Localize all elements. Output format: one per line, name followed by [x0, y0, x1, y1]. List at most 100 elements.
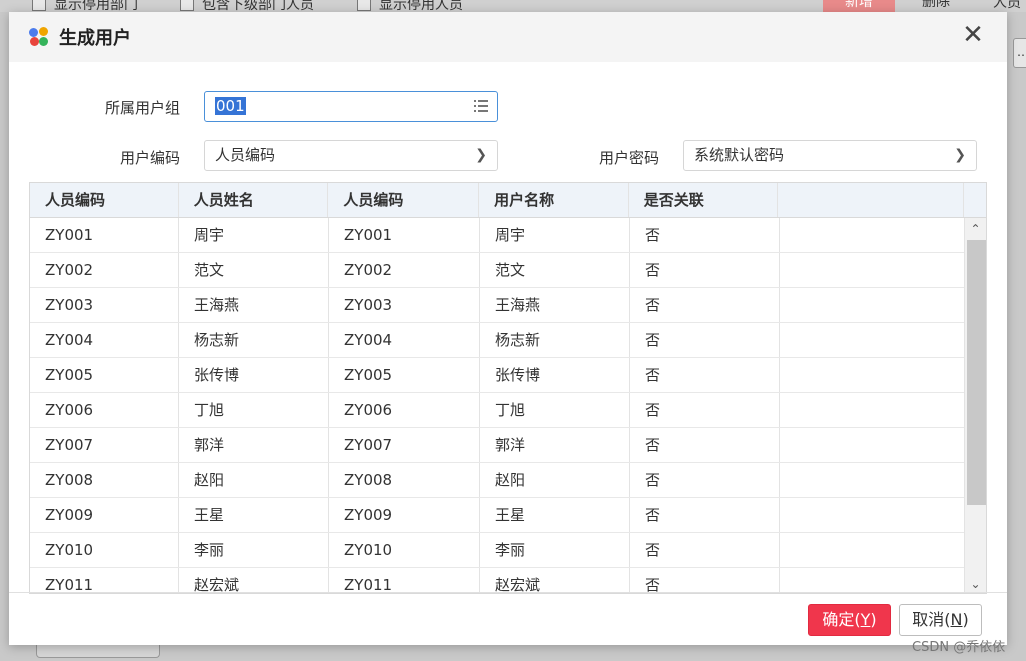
- cell-empty: [780, 218, 966, 252]
- table-row[interactable]: ZY010 李丽 ZY010 李丽否: [30, 533, 986, 568]
- col-header-user-name[interactable]: 用户名称: [479, 183, 629, 217]
- cell-staff-name: 赵阳: [179, 463, 329, 497]
- col-header-linked[interactable]: 是否关联: [629, 183, 779, 217]
- user-code-label: 用户编码: [119, 149, 180, 167]
- table-row[interactable]: ZY002 范文 ZY002 范文否: [30, 253, 986, 288]
- cell-empty: [780, 358, 966, 392]
- confirm-button[interactable]: 确定(Y): [808, 604, 891, 636]
- table-row[interactable]: ZY003 王海燕 ZY003 王海燕否: [30, 288, 986, 323]
- dialog-footer: 确定(Y) 取消(N): [9, 592, 1007, 645]
- cell-staff-code-2: ZY006: [329, 393, 480, 427]
- cell-staff-name: 杨志新: [179, 323, 329, 357]
- bg-staff-text: 人员: [993, 0, 1021, 11]
- cell-staff-code: ZY003: [30, 288, 179, 322]
- user-code-value: 人员编码: [215, 146, 276, 164]
- cell-empty: [780, 323, 966, 357]
- cell-staff-name: 赵宏斌: [179, 568, 329, 593]
- cell-linked: 否: [630, 323, 780, 357]
- cell-staff-code-2: ZY010: [329, 533, 480, 567]
- cell-empty: [780, 498, 966, 532]
- user-password-select[interactable]: 系统默认密码 ❯: [683, 140, 977, 171]
- cancel-button[interactable]: 取消(N): [899, 604, 982, 636]
- scroll-up-icon[interactable]: ⌃: [965, 220, 986, 238]
- table-row[interactable]: ZY011 赵宏斌 ZY011 赵宏斌否: [30, 568, 986, 593]
- dialog-title: 生成用户: [59, 28, 131, 49]
- cell-user-name: 李丽: [480, 533, 630, 567]
- bg-check-show-disabled-staff: 显示停用人员: [357, 0, 463, 12]
- cell-empty: [780, 568, 966, 593]
- cell-linked: 否: [630, 358, 780, 392]
- cell-user-name: 张传博: [480, 358, 630, 392]
- scroll-down-icon[interactable]: ⌄: [965, 575, 986, 593]
- cancel-shortcut: N: [950, 610, 963, 629]
- group-label: 所属用户组: [104, 99, 180, 117]
- cell-user-name: 杨志新: [480, 323, 630, 357]
- cell-user-name: 赵宏斌: [480, 568, 630, 593]
- confirm-shortcut: Y: [860, 610, 871, 629]
- chevron-down-icon: ❯: [954, 147, 966, 163]
- col-header-staff-code-2[interactable]: 人员编码: [328, 183, 480, 217]
- cell-linked: 否: [630, 428, 780, 462]
- cell-user-name: 范文: [480, 253, 630, 287]
- bg-add-button: 新增: [823, 0, 895, 12]
- cell-empty: [780, 428, 966, 462]
- col-header-staff-name[interactable]: 人员姓名: [179, 183, 329, 217]
- dialog-header: 生成用户 ✕: [9, 12, 1007, 62]
- cell-staff-code: ZY001: [30, 218, 179, 252]
- cell-linked: 否: [630, 218, 780, 252]
- list-icon[interactable]: [474, 100, 488, 112]
- user-code-select[interactable]: 人员编码 ❯: [204, 140, 498, 171]
- col-header-empty: [778, 183, 965, 217]
- confirm-label: 确定: [822, 610, 855, 629]
- cell-staff-name: 丁旭: [179, 393, 329, 427]
- cell-linked: 否: [630, 533, 780, 567]
- cell-user-name: 郭洋: [480, 428, 630, 462]
- bg-check-include-sub-dept: 包含下级部门人员: [180, 0, 314, 12]
- chevron-down-icon: ❯: [475, 147, 487, 163]
- cell-user-name: 王星: [480, 498, 630, 532]
- cell-linked: 否: [630, 568, 780, 593]
- user-password-label: 用户密码: [598, 149, 659, 167]
- cell-staff-code: ZY008: [30, 463, 179, 497]
- table-row[interactable]: ZY008 赵阳 ZY008 赵阳否: [30, 463, 986, 498]
- cell-staff-code-2: ZY007: [329, 428, 480, 462]
- cell-empty: [780, 463, 966, 497]
- cell-staff-code-2: ZY002: [329, 253, 480, 287]
- user-password-value: 系统默认密码: [694, 146, 785, 164]
- cell-empty: [780, 393, 966, 427]
- cell-staff-code-2: ZY004: [329, 323, 480, 357]
- user-group-value: 001: [215, 97, 246, 115]
- cell-user-name: 赵阳: [480, 463, 630, 497]
- table-row[interactable]: ZY006 丁旭 ZY006 丁旭否: [30, 393, 986, 428]
- cell-staff-name: 范文: [179, 253, 329, 287]
- vertical-scrollbar[interactable]: ⌃ ⌄: [964, 218, 986, 593]
- table-row[interactable]: ZY009 王星 ZY009 王星否: [30, 498, 986, 533]
- table-row[interactable]: ZY005 张传博 ZY005 张传博否: [30, 358, 986, 393]
- cell-empty: [780, 253, 966, 287]
- cell-staff-name: 周宇: [179, 218, 329, 252]
- cell-staff-code: ZY007: [30, 428, 179, 462]
- table-row[interactable]: ZY004 杨志新 ZY004 杨志新否: [30, 323, 986, 358]
- generate-user-dialog: 生成用户 ✕ 所属用户组 001 用户编码 人员编码 ❯ 用户密码 系统默认密码…: [9, 12, 1007, 645]
- user-group-input[interactable]: 001: [204, 91, 498, 122]
- bg-delete-button: 删除: [922, 0, 950, 10]
- col-header-staff-code[interactable]: 人员编码: [30, 183, 179, 217]
- scrollbar-thumb[interactable]: [967, 240, 986, 505]
- cell-staff-code: ZY011: [30, 568, 179, 593]
- cell-staff-code-2: ZY005: [329, 358, 480, 392]
- col-header-scroll-spacer: [964, 183, 986, 217]
- cell-linked: 否: [630, 498, 780, 532]
- grid-body: ZY001 周宇 ZY001 周宇否 ZY002 范文 ZY002 范文否 ZY003 王海燕 ZY…: [30, 218, 986, 593]
- close-icon[interactable]: ✕: [961, 22, 985, 48]
- bg-check-show-disabled-dept: 显示停用部门: [32, 0, 138, 12]
- cell-staff-code: ZY005: [30, 358, 179, 392]
- watermark: CSDN @乔依依: [912, 640, 1006, 655]
- bg-check-label: 显示停用部门: [54, 0, 138, 12]
- table-row[interactable]: ZY007 郭洋 ZY007 郭洋否: [30, 428, 986, 463]
- cell-staff-code: ZY004: [30, 323, 179, 357]
- grid-header: 人员编码 人员姓名 人员编码 用户名称 是否关联: [30, 183, 986, 218]
- cell-staff-code-2: ZY003: [329, 288, 480, 322]
- bg-check-label: 包含下级部门人员: [202, 0, 314, 12]
- cancel-label: 取消: [912, 610, 945, 629]
- table-row[interactable]: ZY001 周宇 ZY001 周宇否: [30, 218, 986, 253]
